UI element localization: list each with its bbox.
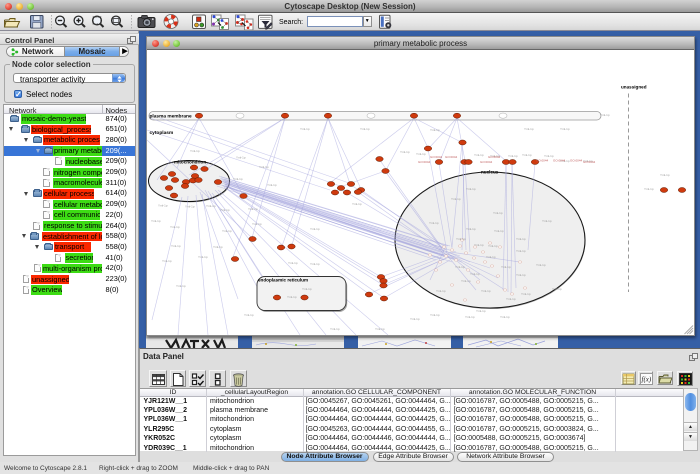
svg-text:Yml-1p: Yml-1p [416, 152, 426, 156]
svg-text:Yml-1p: Yml-1p [456, 237, 466, 241]
svg-text:Yml-1p: Yml-1p [560, 127, 570, 131]
svg-text:mitochondrion: mitochondrion [174, 160, 206, 165]
svg-text:Yml-1p: Yml-1p [552, 287, 562, 291]
svg-text:cytoplasm: cytoplasm [150, 130, 174, 136]
svg-text:Yml-1p: Yml-1p [400, 150, 410, 154]
svg-text:Yml-1p: Yml-1p [544, 154, 554, 158]
svg-text:Yml-1p: Yml-1p [644, 187, 654, 191]
svg-text:Yml-1p: Yml-1p [501, 265, 511, 269]
svg-text:Yml-1p: Yml-1p [660, 173, 670, 177]
svg-text:Yml-1p: Yml-1p [600, 113, 610, 117]
svg-text:Yml-1p: Yml-1p [252, 222, 262, 226]
svg-text:Yml-1p: Yml-1p [267, 183, 277, 187]
svg-text:Yml-1p: Yml-1p [470, 272, 480, 276]
svg-text:GO:0044: GO:0044 [418, 160, 431, 164]
svg-text:GO:0044: GO:0044 [536, 159, 549, 163]
svg-text:Yml-1p: Yml-1p [330, 327, 340, 331]
svg-text:plasma membrane: plasma membrane [150, 114, 192, 120]
svg-text:Yml-1p: Yml-1p [516, 249, 526, 253]
svg-text:GO:0044: GO:0044 [553, 159, 566, 163]
svg-text:nucleus: nucleus [481, 170, 499, 175]
svg-text:Yml-1p: Yml-1p [516, 237, 526, 241]
svg-text:Yml-1p: Yml-1p [190, 149, 200, 153]
svg-text:Yml-1p: Yml-1p [508, 154, 518, 158]
svg-text:Yml-1p: Yml-1p [206, 204, 216, 208]
svg-text:Yml-1p: Yml-1p [522, 153, 532, 157]
svg-text:Yml-1p: Yml-1p [310, 227, 320, 231]
svg-text:Yml-1p: Yml-1p [236, 156, 246, 160]
svg-text:Yml-1p: Yml-1p [465, 315, 475, 319]
svg-text:f(x): f(x) [641, 375, 651, 383]
svg-text:Yml-1p: Yml-1p [410, 317, 420, 321]
svg-text:Yml-1p: Yml-1p [244, 313, 254, 317]
svg-text:Yml-1p: Yml-1p [493, 211, 503, 215]
svg-text:Yml-1p: Yml-1p [461, 279, 471, 283]
svg-text:GO:0044: GO:0044 [488, 155, 501, 159]
svg-text:Yml-1p: Yml-1p [310, 262, 320, 266]
svg-text:GO:0044: GO:0044 [430, 155, 443, 159]
svg-text:Yml-1p: Yml-1p [494, 229, 504, 233]
svg-text:Yml-1p: Yml-1p [233, 177, 243, 181]
svg-text:Yml-1p: Yml-1p [536, 263, 546, 267]
svg-text:Yml-1p: Yml-1p [521, 292, 531, 296]
svg-text:Yml-1p: Yml-1p [474, 153, 484, 157]
svg-text:Yml-1p: Yml-1p [185, 205, 195, 209]
svg-text:Yml-1p: Yml-1p [436, 289, 446, 293]
svg-text:Yml-1p: Yml-1p [542, 219, 552, 223]
svg-text:Yml-1p: Yml-1p [516, 273, 526, 277]
svg-text:Yml-1p: Yml-1p [158, 204, 168, 208]
svg-text:Yml-1p: Yml-1p [302, 287, 312, 291]
svg-text:Yml-1p: Yml-1p [151, 219, 161, 223]
svg-text:GO:0044: GO:0044 [445, 155, 458, 159]
svg-text:Yml-1p: Yml-1p [198, 255, 208, 259]
svg-text:Yml-1p: Yml-1p [455, 265, 465, 269]
svg-text:Yml-1p: Yml-1p [288, 261, 298, 265]
svg-text:Search:: Search: [279, 19, 303, 26]
svg-text:Yml-1p: Yml-1p [429, 221, 439, 225]
svg-text:Yml-1p: Yml-1p [287, 295, 297, 299]
svg-text:Yml-1p: Yml-1p [466, 187, 476, 191]
svg-text:Yml-1p: Yml-1p [430, 313, 440, 317]
svg-text:Yml-1p: Yml-1p [171, 244, 181, 248]
svg-text:Yml-1p: Yml-1p [466, 227, 476, 231]
svg-text:endoplasmic reticulum: endoplasmic reticulum [258, 278, 308, 283]
svg-text:Yml-1p: Yml-1p [488, 244, 498, 248]
svg-text:Yml-1p: Yml-1p [524, 127, 534, 131]
svg-text:Yml-1p: Yml-1p [506, 297, 516, 301]
svg-text:Yml-1p: Yml-1p [430, 128, 440, 132]
svg-text:Yml-1p: Yml-1p [220, 208, 230, 212]
svg-text:GO:0044: GO:0044 [583, 160, 596, 164]
svg-text:Yml-1p: Yml-1p [162, 259, 172, 263]
svg-text:Yml-1p: Yml-1p [176, 284, 186, 288]
svg-text:Yml-1p: Yml-1p [248, 207, 258, 211]
svg-text:Yml-1p: Yml-1p [451, 197, 461, 201]
svg-text:Yml-1p: Yml-1p [500, 315, 510, 319]
svg-text:Yml-1p: Yml-1p [360, 127, 370, 131]
svg-text:Yml-1p: Yml-1p [170, 225, 180, 229]
svg-text:Yml-1p: Yml-1p [375, 327, 385, 331]
svg-text:GO:0044: GO:0044 [570, 159, 583, 163]
svg-text:Yml-1p: Yml-1p [486, 255, 496, 259]
svg-text:Yml-1p: Yml-1p [481, 289, 491, 293]
svg-text:Yml-1p: Yml-1p [474, 243, 484, 247]
svg-text:unassigned: unassigned [621, 85, 647, 90]
svg-text:Yml-1p: Yml-1p [300, 127, 310, 131]
svg-text:GO:0044: GO:0044 [480, 160, 493, 164]
svg-text:Yml-1p: Yml-1p [222, 229, 232, 233]
svg-text:Yml-1p: Yml-1p [259, 165, 269, 169]
svg-text:Yml-1p: Yml-1p [476, 309, 486, 313]
svg-text:Yml-1p: Yml-1p [352, 202, 362, 206]
svg-text:Yml-1p: Yml-1p [213, 245, 223, 249]
